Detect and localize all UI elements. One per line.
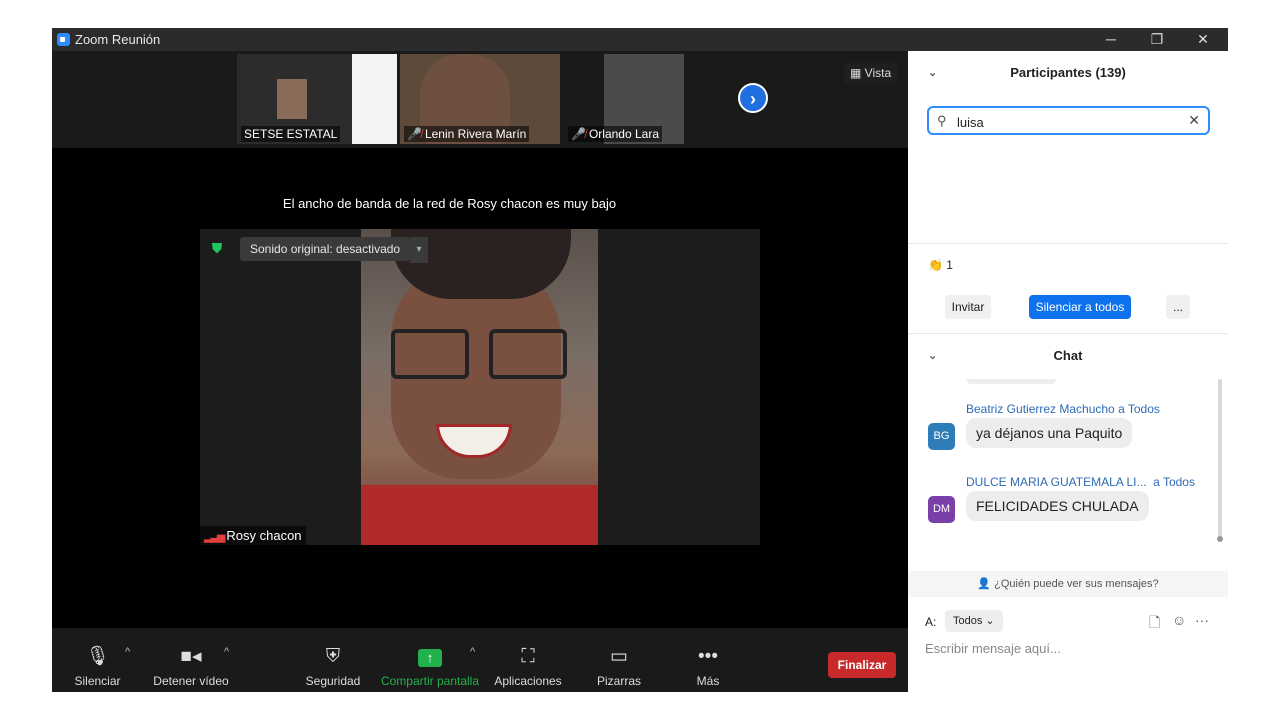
file-icon[interactable]: 🗋 [1149, 612, 1160, 636]
zoom-window: Zoom Reunión ─ ❐ ✕ SETSE ESTATAL 🎤̸ Lenin… [52, 28, 1228, 692]
glasses-left [391, 329, 469, 379]
mute-all-button[interactable]: Silenciar a todos [1029, 295, 1131, 319]
mute-label: Silenciar [74, 674, 121, 688]
apps-icon: ⛶ [521, 646, 535, 667]
signal-bars-icon: ▂▃▅ [204, 531, 225, 543]
whiteboard-icon: ▭ [610, 646, 628, 667]
thumbnail-lenin[interactable]: 🎤̸ Lenin Rivera Marín [400, 54, 560, 144]
mute-button[interactable]: 🎙 Silenciar [70, 628, 125, 692]
chevron-down-icon[interactable]: ⌄ [928, 334, 937, 378]
thumbnail-orlando[interactable]: 🎤̸ Orlando Lara [564, 54, 724, 144]
grid-icon: ▦ [850, 66, 865, 80]
chat-scrollbar[interactable] [1218, 379, 1222, 539]
view-button[interactable]: ▦ Vista [844, 63, 898, 83]
meeting-toolbar: 🎙 Silenciar ^ ■◂ Detener vídeo ^ ⛨ Segur… [52, 628, 908, 692]
avatar: DM [928, 496, 955, 523]
participants-header: ⌄ Participantes (139) [908, 51, 1228, 95]
original-sound-button[interactable]: Sonido original: desactivado [240, 237, 411, 261]
more-label: Más [696, 674, 720, 688]
message-sender: Beatriz Gutierrez Machucho a Todos [966, 402, 1160, 416]
previous-message-bubble [966, 379, 1056, 384]
invite-button[interactable]: Invitar [945, 295, 991, 319]
emoji-icon[interactable]: ☺ [1172, 612, 1186, 628]
chat-title: Chat [1053, 348, 1083, 363]
chevron-down-icon[interactable]: ⌄ [928, 51, 937, 95]
scroll-thumb[interactable] [1217, 536, 1223, 542]
thumbnail-strip: SETSE ESTATAL 🎤̸ Lenin Rivera Marín 🎤̸ Orl… [52, 51, 908, 148]
end-meeting-button[interactable]: Finalizar [828, 652, 896, 678]
whiteboards-label: Pizarras [596, 674, 641, 688]
microphone-icon: 🎙 [85, 646, 110, 667]
apps-label: Aplicaciones [494, 674, 562, 688]
bandwidth-notice: El ancho de banda de la red de Rosy chac… [282, 196, 617, 211]
close-button[interactable]: ✕ [1180, 28, 1226, 51]
share-screen-icon: ↑ [418, 649, 442, 667]
chat-messages: BG Beatriz Gutierrez Machucho a Todos ya… [908, 379, 1218, 545]
avatar: BG [928, 423, 955, 450]
chat-header: ⌄ Chat [908, 334, 1228, 378]
share-options-caret[interactable]: ^ [470, 646, 475, 658]
chevron-down-icon: ⌄ [985, 615, 995, 627]
minimize-button[interactable]: ─ [1088, 28, 1134, 51]
thumbnail-name: 🎤̸ Orlando Lara [568, 126, 662, 142]
next-page-button[interactable]: › [738, 83, 768, 113]
document-preview [352, 54, 397, 144]
restore-button[interactable]: ❐ [1134, 28, 1180, 51]
reaction-count: 👏 1 [928, 258, 953, 272]
message-text: FELICIDADES CHULADA [966, 491, 1149, 521]
side-panel: ⌄ Participantes (139) ⚲ ✕ 👏 1 Invitar Si… [908, 51, 1228, 692]
stop-video-button[interactable]: ■◂ Detener vídeo [152, 628, 230, 692]
speaker-name-tag: ▂▃▅ Rosy chacon [200, 526, 306, 545]
title-bar: Zoom Reunión ─ ❐ ✕ [52, 28, 1228, 51]
clapping-hands-icon: 👏 [928, 258, 943, 272]
zoom-logo-icon [57, 33, 70, 46]
person-lock-icon: 👤 [977, 578, 995, 590]
share-icon-wrap: ↑ [378, 642, 482, 672]
shield-check-icon: ⛊ [211, 240, 223, 256]
whiteboards-button[interactable]: ▭ Pizarras [592, 628, 646, 692]
chat-message: DM DULCE MARIA GUATEMALA LI... a Todos F… [928, 475, 1218, 531]
recipient-dropdown[interactable]: Todos ⌄ [945, 610, 1003, 632]
mic-muted-icon: 🎤̸ [571, 127, 586, 141]
audio-options-caret[interactable]: ^ [125, 646, 130, 658]
security-label: Seguridad [305, 674, 361, 688]
message-text: ya déjanos una Paquito [966, 418, 1133, 448]
participants-more-button[interactable]: ... [1166, 295, 1190, 319]
chat-compose-input[interactable]: Escribir mensaje aquí... [925, 641, 1061, 656]
video-stage: SETSE ESTATAL 🎤̸ Lenin Rivera Marín 🎤̸ Orl… [52, 51, 908, 628]
participant-face [277, 79, 307, 119]
share-screen-button[interactable]: ↑ Compartir pantalla [378, 628, 482, 692]
apps-button[interactable]: ⛶ Aplicaciones [492, 628, 564, 692]
search-icon: ⚲ [937, 113, 947, 128]
chevron-down-icon[interactable]: ▾ [410, 237, 428, 263]
shield-icon: ⛨ [325, 646, 341, 667]
video-options-caret[interactable]: ^ [224, 646, 229, 658]
glasses-right [489, 329, 567, 379]
clear-search-icon[interactable]: ✕ [1188, 112, 1200, 129]
chat-message: BG Beatriz Gutierrez Machucho a Todos ya… [928, 402, 1218, 458]
participants-title: Participantes (139) [1010, 65, 1126, 80]
thumbnail-setse[interactable]: SETSE ESTATAL [237, 54, 397, 144]
participant-search-box[interactable]: ⚲ ✕ [927, 106, 1210, 135]
more-options-icon[interactable]: ··· [1195, 612, 1209, 628]
who-can-see-link[interactable]: 👤 ¿Quién puede ver sus mensajes? [908, 571, 1228, 597]
video-camera-icon: ■◂ [180, 646, 202, 667]
video-label: Detener vídeo [153, 674, 229, 688]
more-dots-icon: ••• [698, 646, 718, 667]
window-title: Zoom Reunión [75, 32, 161, 47]
to-label: A: [925, 615, 937, 629]
share-label: Compartir pantalla [380, 674, 480, 688]
thumbnail-name: SETSE ESTATAL [241, 126, 341, 142]
security-button[interactable]: ⛨ Seguridad [302, 628, 364, 692]
more-button[interactable]: ••• Más [686, 628, 730, 692]
divider [908, 243, 1228, 244]
shirt-shape [361, 485, 598, 545]
speaker-video-frame [361, 229, 598, 545]
participant-search-input[interactable] [955, 112, 1179, 132]
message-sender: DULCE MARIA GUATEMALA LI... a Todos [966, 475, 1195, 489]
active-speaker-video[interactable]: ⛊ Sonido original: desactivado ▾ ▂▃▅ Rosy… [200, 229, 760, 545]
thumbnail-name: 🎤̸ Lenin Rivera Marín [404, 126, 530, 142]
mic-muted-icon: 🎤̸ [407, 127, 422, 141]
